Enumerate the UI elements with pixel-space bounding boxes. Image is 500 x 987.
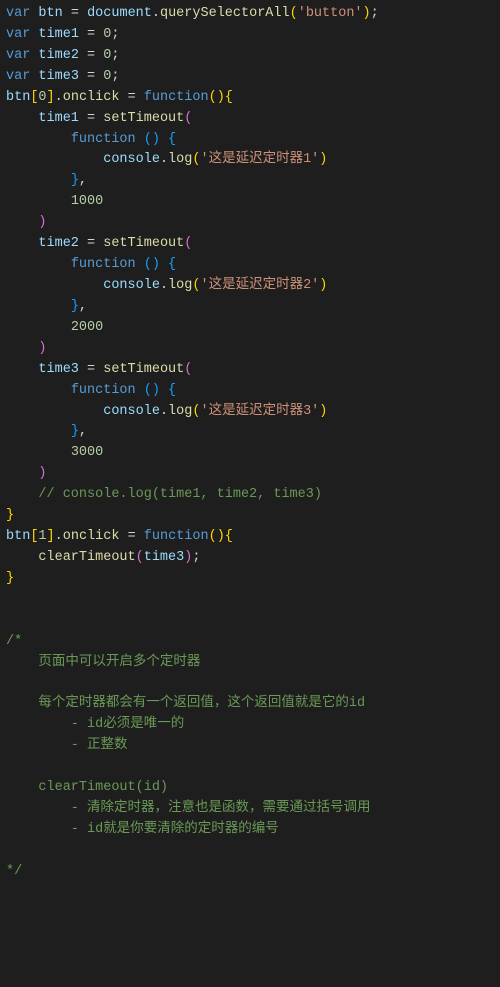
- obj-document: document: [87, 6, 152, 21]
- block-comment-line: 页面中可以开启多个定时器: [6, 655, 200, 670]
- keyword-var: var: [6, 6, 30, 21]
- block-comment-open: /*: [6, 634, 22, 649]
- str-button: 'button': [298, 6, 363, 21]
- fn-qsa: querySelectorAll: [160, 6, 290, 21]
- block-comment-close: */: [6, 864, 22, 879]
- commented-log: // console.log(time1, time2, time3): [38, 487, 322, 502]
- var-btn: btn: [38, 6, 62, 21]
- code-editor[interactable]: var btn = document.querySelectorAll('but…: [0, 0, 500, 887]
